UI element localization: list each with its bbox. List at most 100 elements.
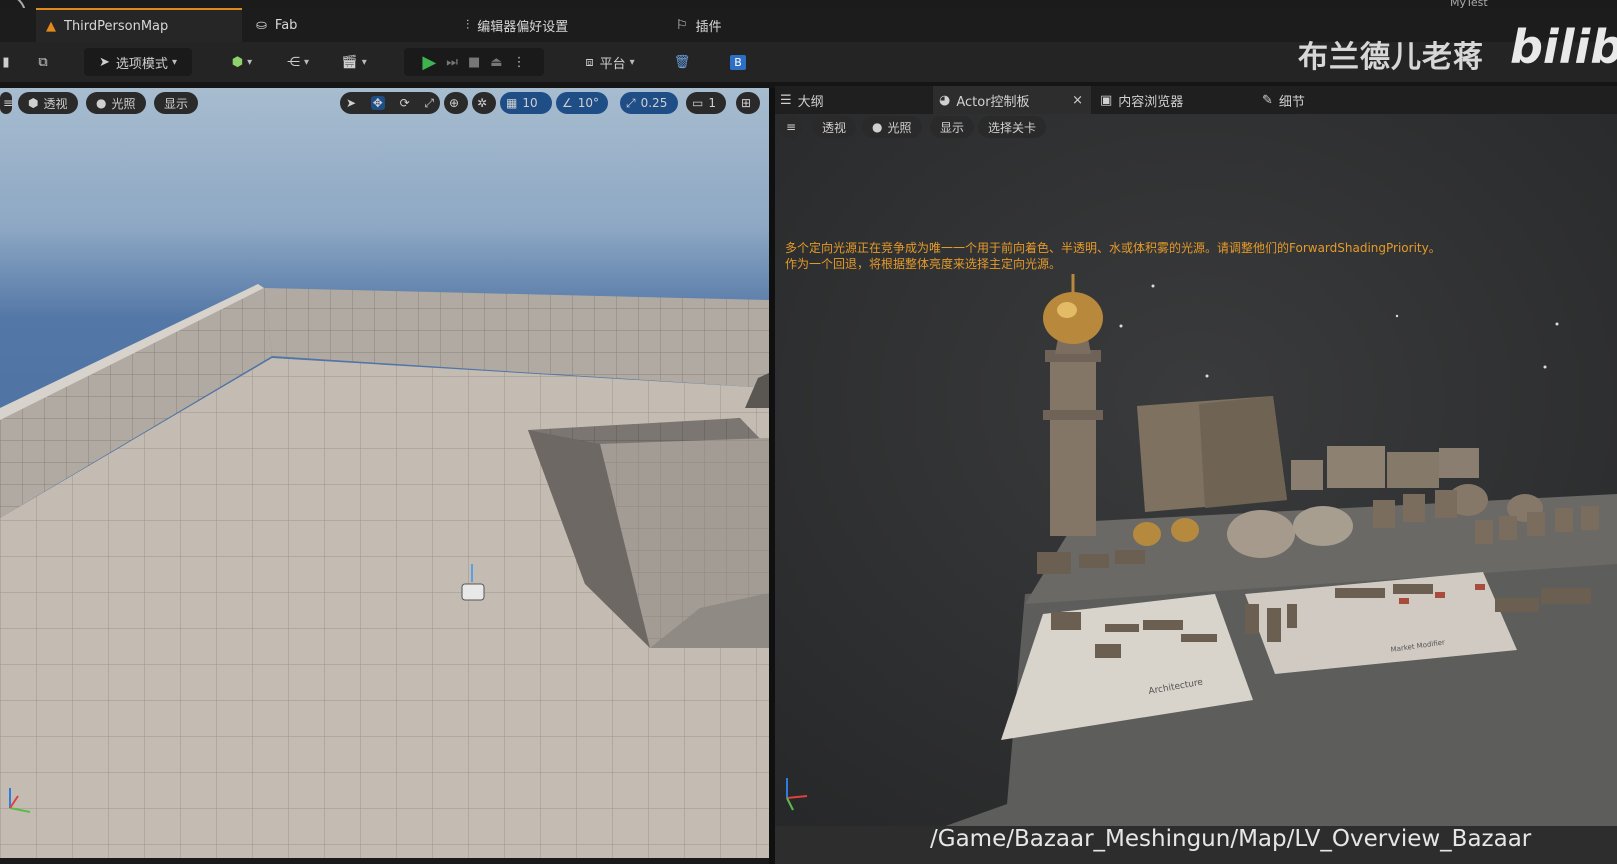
sphere-icon: ●	[872, 120, 883, 134]
camera-speed-button[interactable]: ▭ 1	[686, 92, 726, 114]
actor-palette-icon: ◕	[939, 92, 951, 108]
mode-selector-button[interactable]: ➤ 选项模式 ▾	[84, 48, 192, 76]
chevron-down-icon: ▾	[361, 56, 367, 68]
tab-editor-preferences[interactable]: ⫶ 编辑器偏好设置	[466, 8, 568, 42]
tab-details[interactable]: ✎ 细节	[1262, 86, 1305, 114]
chevron-down-icon: ▾	[171, 56, 177, 68]
world-local-button[interactable]: ⊕	[444, 92, 468, 114]
lighting-button[interactable]: ● 光照	[86, 92, 146, 114]
show-button[interactable]: 显示	[154, 92, 199, 114]
select-tool-icon[interactable]: ➤	[346, 96, 356, 110]
platform-icon: ⧈	[585, 54, 594, 70]
trash-icon[interactable]: 🗑︎	[672, 48, 692, 76]
status-strip	[0, 858, 769, 864]
outliner-icon: ☰	[780, 92, 792, 108]
perspective-button[interactable]: 透视	[812, 116, 857, 138]
sliders-icon: ⫶	[466, 17, 470, 33]
blueprint-icon: ⋲	[286, 54, 300, 70]
menu-bar	[0, 0, 1617, 8]
scale-snap-value: 0.25	[640, 96, 668, 110]
tab-content-browser[interactable]: ▣ 内容浏览器	[1100, 86, 1183, 114]
tab-fab[interactable]: ⛀ Fab	[256, 8, 297, 42]
show-label: 显示	[164, 96, 189, 111]
content-browser-icon[interactable]: ⧉	[30, 48, 56, 76]
perspective-label: 透视	[43, 96, 68, 111]
more-options-icon[interactable]: ⋮	[513, 55, 526, 70]
chevron-down-icon: ▾	[247, 56, 253, 68]
save-icon[interactable]: ▮	[0, 48, 12, 76]
plug-icon: ⚐	[676, 17, 688, 33]
right-panel-tab-bar	[775, 86, 1617, 114]
rotate-snap-value: 10°	[577, 96, 600, 110]
blueprint-b-button[interactable]: B	[728, 48, 748, 76]
level-icon: ▲	[46, 18, 56, 34]
add-actor-button[interactable]: ⬢ ▾	[222, 48, 262, 76]
tab-label: 大纲	[797, 94, 824, 110]
platform-button[interactable]: ⧈ 平台 ▾	[574, 48, 646, 76]
tab-label: Actor控制板	[956, 94, 1030, 110]
level-path: /Game/Bazaar_Meshingun/Map/LV_Overview_B…	[930, 826, 1532, 852]
bilibili-logo: bilibi	[1510, 20, 1617, 74]
perspective-label: 透视	[822, 120, 847, 135]
chevron-down-icon: ▾	[629, 56, 635, 68]
tab-outliner[interactable]: ☰ 大纲	[780, 86, 824, 114]
tab-label: Fab	[274, 17, 298, 33]
directional-light-warning: 多个定向光源正在竞争成为唯一一个用于前向着色、半透明、水或体积雾的光源。请调整他…	[785, 240, 1441, 272]
tab-label: ThirdPersonMap	[64, 18, 169, 34]
fab-icon: ⛀	[256, 17, 267, 33]
clapper-icon: 🎬︎	[341, 54, 358, 70]
grid-snap-button[interactable]: ▦ 10	[500, 92, 552, 114]
select-mode-icon: ➤	[99, 54, 110, 70]
hamburger-icon: ≡	[786, 120, 797, 134]
globe-icon: ⊕	[449, 96, 460, 110]
scale-snap-button[interactable]: ⤢ 0.25	[620, 92, 678, 114]
tab-label: 插件	[695, 19, 722, 35]
warning-line-1: 多个定向光源正在竞争成为唯一一个用于前向着色、半透明、水或体积雾的光源。请调整他…	[785, 241, 1441, 255]
tab-label: 细节	[1278, 94, 1305, 110]
warning-line-2: 作为一个回退，将根据整体亮度来选择主定向光源。	[785, 257, 1062, 271]
layout-icon: ⊞	[741, 96, 752, 110]
show-label: 显示	[940, 120, 965, 135]
grid-icon: ▦	[506, 96, 518, 110]
close-icon[interactable]: ×	[1072, 93, 1083, 108]
tab-plugins[interactable]: ⚐ 插件	[676, 8, 722, 42]
blueprint-button[interactable]: ⋲ ▾	[278, 48, 318, 76]
cube-icon: ⬢	[28, 96, 39, 110]
tab-actor-palette[interactable]: ◕ Actor控制板 ×	[933, 86, 1091, 114]
lighting-button[interactable]: ● 光照	[862, 116, 922, 138]
scale-tool-icon[interactable]: ⤢	[424, 96, 434, 111]
hamburger-icon: ≡	[3, 96, 14, 110]
show-button[interactable]: 显示	[930, 116, 975, 138]
select-level-button[interactable]: 选择关卡	[978, 116, 1047, 138]
rotate-snap-button[interactable]: ∠ 10°	[556, 92, 608, 114]
content-browser-icon: ▣	[1100, 92, 1113, 108]
level-viewport[interactable]	[0, 88, 769, 858]
lighting-label: 光照	[111, 96, 136, 111]
bazaar-scene: Architecture Market Modifier	[775, 114, 1617, 828]
add-actor-icon: ⬢	[231, 54, 244, 70]
step-icon[interactable]: ⏭	[446, 55, 458, 70]
actor-palette-viewport[interactable]: Architecture Market Modifier	[775, 114, 1617, 828]
mode-label: 选项模式	[115, 56, 168, 72]
tab-label: 编辑器偏好设置	[477, 19, 569, 35]
cinematics-button[interactable]: 🎬︎ ▾	[334, 48, 374, 76]
play-icon[interactable]: ▶	[422, 52, 436, 73]
sphere-icon: ●	[96, 96, 107, 110]
camera-icon: ▭	[692, 96, 704, 110]
surface-snap-icon: ✲	[477, 96, 488, 110]
move-tool-icon[interactable]: ✥	[370, 96, 385, 110]
scale-icon: ⤢	[626, 95, 636, 110]
eject-icon[interactable]: ⏏	[490, 55, 502, 70]
rotate-tool-icon[interactable]: ⟳	[400, 96, 410, 110]
viewport-menu-button[interactable]: ≡	[780, 116, 802, 138]
grid-snap-value: 10	[522, 96, 538, 110]
perspective-button[interactable]: ⬢ 透视	[18, 92, 78, 114]
angle-icon: ∠	[562, 96, 573, 110]
layout-button[interactable]: ⊞	[736, 92, 760, 114]
viewport-menu-button[interactable]: ≡	[0, 92, 14, 114]
viewport-scene	[0, 88, 769, 858]
tab-third-person-map[interactable]: ▲ ThirdPersonMap	[36, 8, 242, 42]
select-level-label: 选择关卡	[988, 120, 1037, 135]
stop-icon[interactable]: ■	[468, 55, 480, 70]
surface-snap-button[interactable]: ✲	[472, 92, 496, 114]
